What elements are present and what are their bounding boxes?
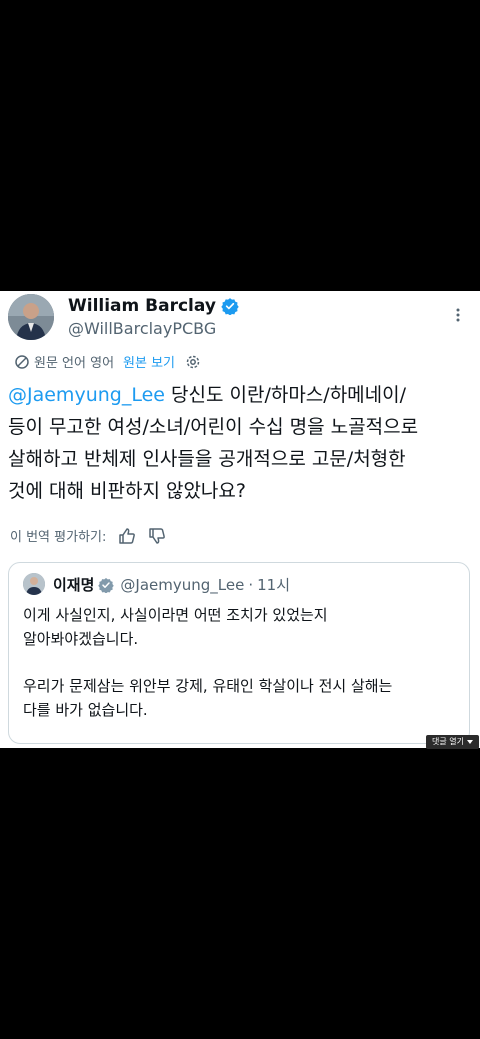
tweet-text-line2: 등이 무고한 여성/소녀/어린이 수십 명을 노골적으로 <box>8 416 419 438</box>
view-original-link[interactable]: 원본 보기 <box>123 352 175 371</box>
quoted-time[interactable]: 11시 <box>257 574 290 595</box>
separator-dot: · <box>248 575 254 594</box>
quoted-header: 이재명 @Jaemyung_Lee · 11시 <box>53 574 290 595</box>
tweet-text: @Jaemyung_Lee 당신도 이란/하마스/하메네이/등이 무고한 여성/… <box>8 379 474 507</box>
quoted-handle[interactable]: @Jaemyung_Lee <box>120 576 244 594</box>
tweet-text-line3: 살해하고 반체제 인사들을 공개적으로 고문/처형한 <box>8 448 406 470</box>
quoted-name[interactable]: 이재명 <box>53 574 94 595</box>
thumbs-down-icon[interactable] <box>148 527 166 545</box>
settings-icon[interactable] <box>185 354 201 370</box>
translation-row: 원문 언어 영어 원본 보기 <box>14 352 201 371</box>
caret-down-icon <box>466 739 473 744</box>
more-icon[interactable] <box>452 307 464 323</box>
verified-badge-icon <box>221 298 239 315</box>
quoted-paragraph-1: 이게 사실인지, 사실이라면 어떤 조치가 있었는지 알아봐야겠습니다. <box>23 606 328 648</box>
display-name[interactable]: William Barclay <box>68 296 216 316</box>
tweet-text-line4: 것에 대해 비판하지 않았나요? <box>8 480 246 502</box>
translation-note: 원문 언어 영어 <box>34 356 115 371</box>
quoted-paragraph-2: 우리가 문제삼는 위안부 강제, 유태인 학살이나 전시 살해는 다를 바가 없… <box>23 677 393 719</box>
thumbs-up-icon[interactable] <box>118 527 136 545</box>
rate-translation-label: 이 번역 평가하기: <box>10 530 107 545</box>
quoted-avatar[interactable] <box>23 573 45 595</box>
gray-verified-badge-icon <box>98 577 115 593</box>
open-replies-button[interactable]: 댓글 열기 <box>426 735 479 749</box>
open-replies-label: 댓글 열기 <box>432 737 464 746</box>
mention-link[interactable]: @Jaemyung_Lee <box>8 384 165 406</box>
rate-translation-row: 이 번역 평가하기: <box>10 526 166 545</box>
author-name-row: William Barclay <box>68 296 239 316</box>
translate-icon <box>15 354 29 369</box>
quoted-tweet[interactable]: 이재명 @Jaemyung_Lee · 11시 이게 사실인지, 사실이라면 어… <box>8 562 470 744</box>
author-avatar[interactable] <box>8 294 54 340</box>
author-handle[interactable]: @WillBarclayPCBG <box>68 319 216 338</box>
tweet-card: William Barclay @WillBarclayPCBG 원문 언어 영… <box>0 291 480 748</box>
tweet-text-line1: 당신도 이란/하마스/하메네이/ <box>164 384 407 406</box>
